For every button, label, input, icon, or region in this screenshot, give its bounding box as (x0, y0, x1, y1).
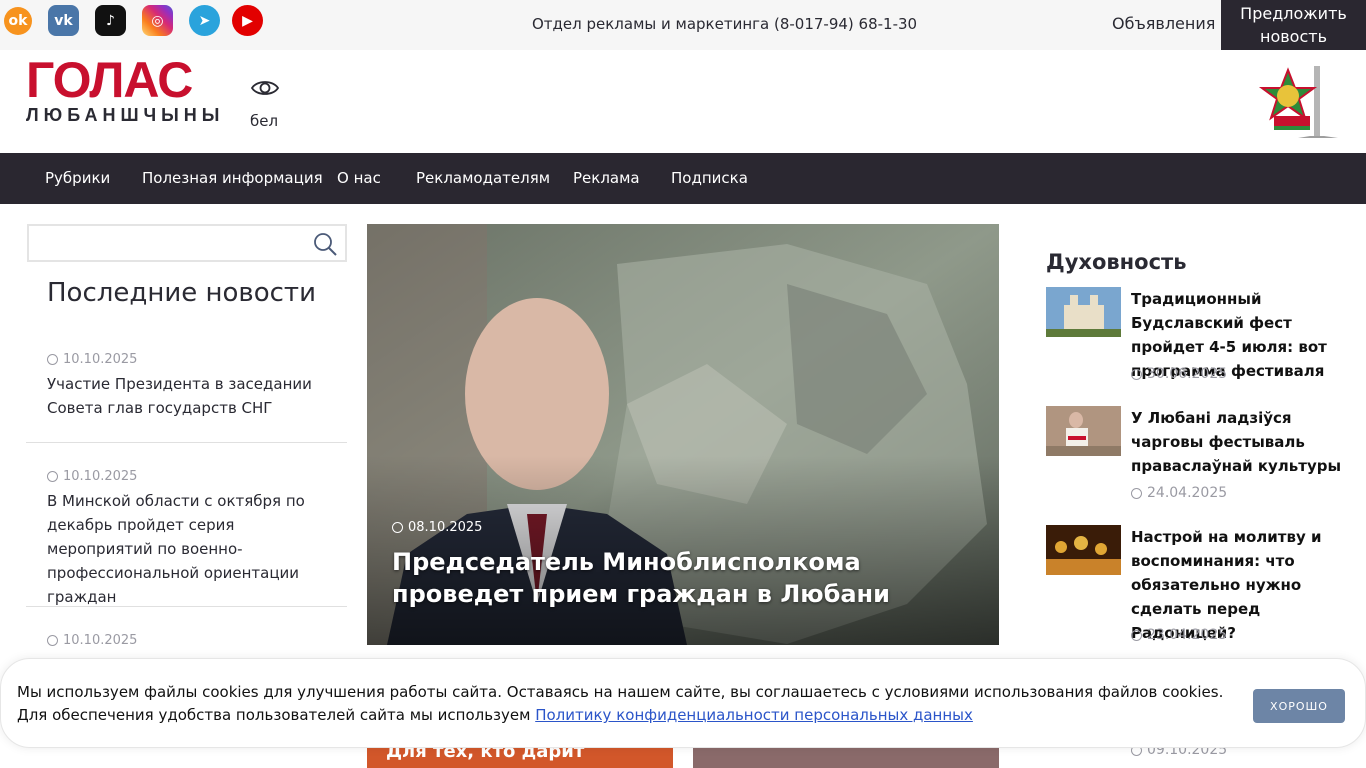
social-links: ok vk ♪ ◎ ➤ ▶ (4, 5, 278, 36)
clock-icon (47, 635, 58, 646)
nav-item-advertising[interactable]: Реклама (573, 169, 640, 187)
site-header: ГОЛАС ЛЮБАНШЧЫНЫ бел (0, 50, 1366, 153)
rubric-news-item[interactable]: Традиционный Будславский фест пройдет 4-… (1046, 287, 1346, 387)
instagram-icon[interactable]: ◎ (142, 5, 173, 36)
accept-cookies-button[interactable]: ХОРОШО (1253, 689, 1345, 723)
news-item[interactable]: 10.10.2025 Участие Президента в заседани… (26, 352, 347, 443)
cookie-text-prefix: Для обеспечения удобства пользователей с… (17, 706, 536, 724)
nav-item-about[interactable]: О нас (337, 169, 381, 187)
latest-news-title: Последние новости (47, 278, 316, 308)
news-title[interactable]: В Минской области с октября по декабрь п… (47, 489, 331, 609)
nav-item-subscription[interactable]: Подписка (671, 169, 748, 187)
youtube-icon[interactable]: ▶ (232, 5, 263, 36)
news-title[interactable]: Участие Президента в заседании Совета гл… (47, 372, 331, 420)
news-thumbnail[interactable] (1046, 525, 1121, 575)
rubric-news-item[interactable]: У Любані ладзіўся чарговы фестываль прав… (1046, 406, 1346, 506)
victory-emblem-icon (1258, 66, 1338, 138)
hero-date-text: 08.10.2025 (408, 520, 483, 535)
news-item[interactable]: 10.10.2025 В Минской области с октября п… (26, 469, 347, 607)
clock-icon (1131, 629, 1142, 641)
eye-icon[interactable] (251, 78, 279, 98)
advertising-phone: Отдел рекламы и маркетинга (8-017-94) 68… (532, 15, 918, 33)
vk-icon[interactable]: vk (48, 5, 79, 36)
search-box (27, 224, 347, 262)
suggest-news-button[interactable]: Предложить новость (1221, 0, 1366, 50)
odnoklassniki-icon[interactable]: ok (4, 7, 32, 35)
language-switch[interactable]: бел (250, 112, 278, 130)
clock-icon (1131, 487, 1142, 499)
clock-icon (392, 522, 403, 533)
rubric-news-date: 24.04.2025 (1131, 485, 1227, 501)
news-date-text: 10.10.2025 (63, 633, 138, 648)
clock-icon (47, 354, 58, 365)
news-date: 10.10.2025 (47, 352, 331, 367)
cookie-text-2: Для обеспечения удобства пользователей с… (17, 706, 973, 724)
logo-main[interactable]: ГОЛАС (26, 55, 193, 105)
clock-icon (47, 471, 58, 482)
privacy-policy-link[interactable]: Политику конфиденциальности персональных… (535, 706, 973, 724)
cookie-banner: Мы используем файлы cookies для улучшени… (0, 658, 1366, 748)
rubric-news-date-text: 30.06.2025 (1147, 366, 1228, 382)
rubric-news-title[interactable]: У Любані ладзіўся чарговы фестываль прав… (1131, 406, 1346, 478)
rubric-news-item[interactable]: Настрой на молитву и воспоминания: что о… (1046, 525, 1346, 645)
section-title-spirituality[interactable]: Духовность (1046, 250, 1187, 274)
rubric-news-date-text: 23.04.2025 (1147, 627, 1228, 643)
rubric-news-date: 23.04.2025 (1131, 627, 1227, 643)
cookie-text: Мы используем файлы cookies для улучшени… (17, 683, 1224, 701)
news-date: 10.10.2025 (47, 469, 331, 484)
nav-item-rubrics[interactable]: Рубрики (45, 169, 110, 187)
nav-item-useful-info[interactable]: Полезная информация (142, 169, 323, 187)
search-input[interactable] (29, 226, 299, 258)
news-thumbnail[interactable] (1046, 406, 1121, 456)
rubric-news-date: 30.06.2025 (1131, 366, 1227, 382)
telegram-icon[interactable]: ➤ (189, 5, 220, 36)
clock-icon (1131, 368, 1142, 380)
hero-news[interactable]: 08.10.2025 Председатель Миноблисполкома … (367, 224, 999, 645)
tiktok-icon[interactable]: ♪ (95, 5, 126, 36)
suggest-line1: Предложить (1240, 4, 1347, 23)
main-nav: Рубрики Полезная информация О нас Реклам… (0, 153, 1366, 204)
news-date: 10.10.2025 (47, 633, 331, 648)
suggest-line2: новость (1259, 27, 1327, 46)
hero-date: 08.10.2025 (392, 520, 482, 535)
news-thumbnail[interactable] (1046, 287, 1121, 337)
news-date-text: 10.10.2025 (63, 352, 138, 367)
top-bar: ok vk ♪ ◎ ➤ ▶ Отдел рекламы и маркетинга… (0, 0, 1366, 50)
hero-title[interactable]: Председатель Миноблисполкома проведет пр… (392, 546, 982, 610)
logo-subtitle[interactable]: ЛЮБАНШЧЫНЫ (26, 105, 224, 126)
rubric-news-date-text: 24.04.2025 (1147, 485, 1228, 501)
nav-item-advertisers[interactable]: Рекламодателям (416, 169, 550, 187)
news-date-text: 10.10.2025 (63, 469, 138, 484)
ads-link[interactable]: Объявления (1112, 14, 1215, 33)
search-icon[interactable] (313, 232, 337, 256)
